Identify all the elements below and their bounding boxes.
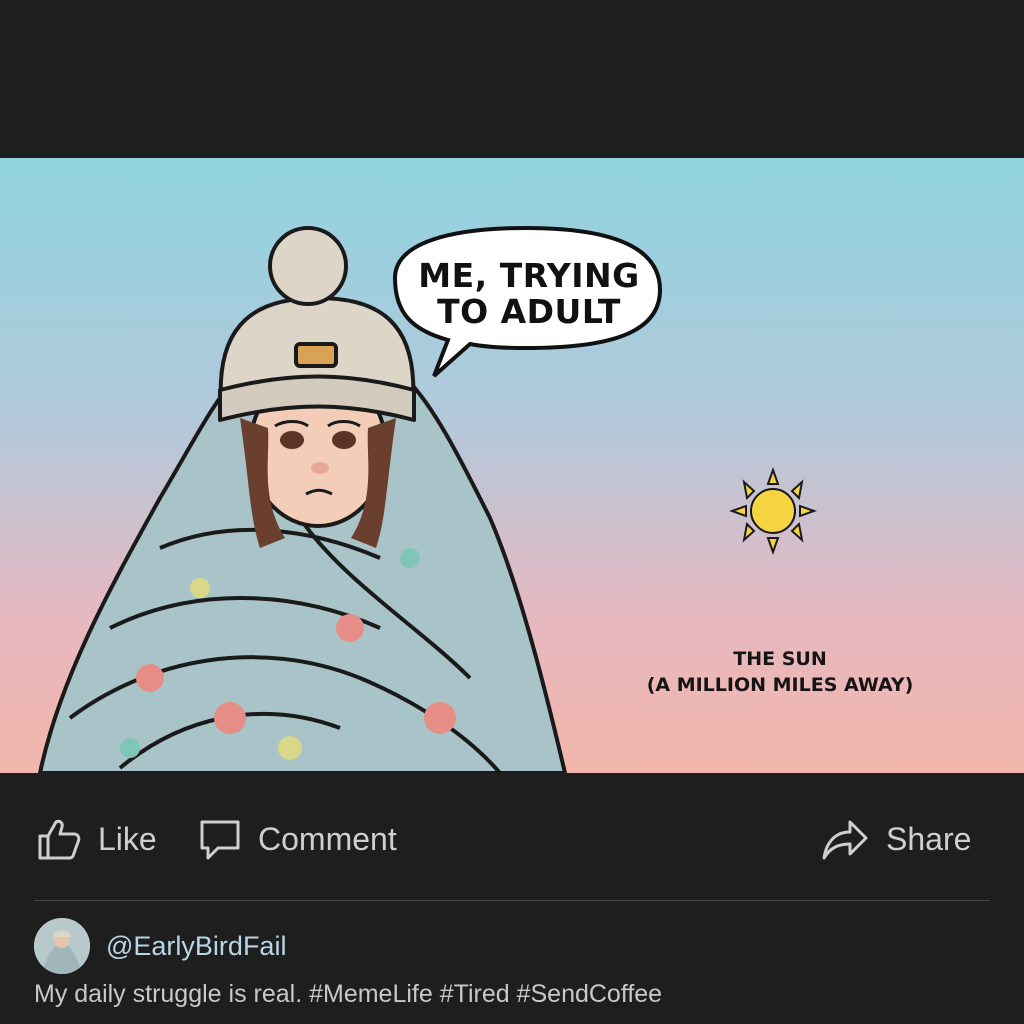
divider: [34, 900, 990, 901]
top-bar: [0, 0, 1024, 158]
sun-shape: [729, 467, 817, 555]
post-action-bar: Like Comment Share: [0, 806, 1024, 872]
comment-button[interactable]: Comment: [198, 806, 397, 872]
avatar[interactable]: [34, 918, 90, 974]
post-caption: My daily struggle is real. #MemeLife #Ti…: [34, 980, 663, 1008]
post-author: @EarlyBirdFail: [34, 918, 286, 974]
sun-caption-line2: (A MILLION MILES AWAY): [646, 674, 914, 696]
username-link[interactable]: @EarlyBirdFail: [106, 931, 286, 962]
share-icon: [822, 820, 868, 860]
comment-label: Comment: [258, 820, 397, 857]
thumbs-up-icon: [38, 819, 81, 860]
speech-bubble-text: ME, TRYING TO ADULT: [418, 256, 640, 331]
like-label: Like: [98, 820, 157, 857]
share-button[interactable]: Share: [820, 806, 971, 872]
comment-icon: [200, 820, 240, 860]
like-button[interactable]: Like: [36, 806, 157, 872]
sun-caption-line1: THE SUN: [733, 648, 827, 670]
sun-caption: THE SUN (A MILLION MILES AWAY): [630, 646, 930, 698]
share-label: Share: [886, 820, 972, 857]
avatar-image: [34, 918, 90, 974]
post-image[interactable]: ME, TRYING TO ADULT THE SUN (A MILLION M…: [0, 158, 1024, 773]
